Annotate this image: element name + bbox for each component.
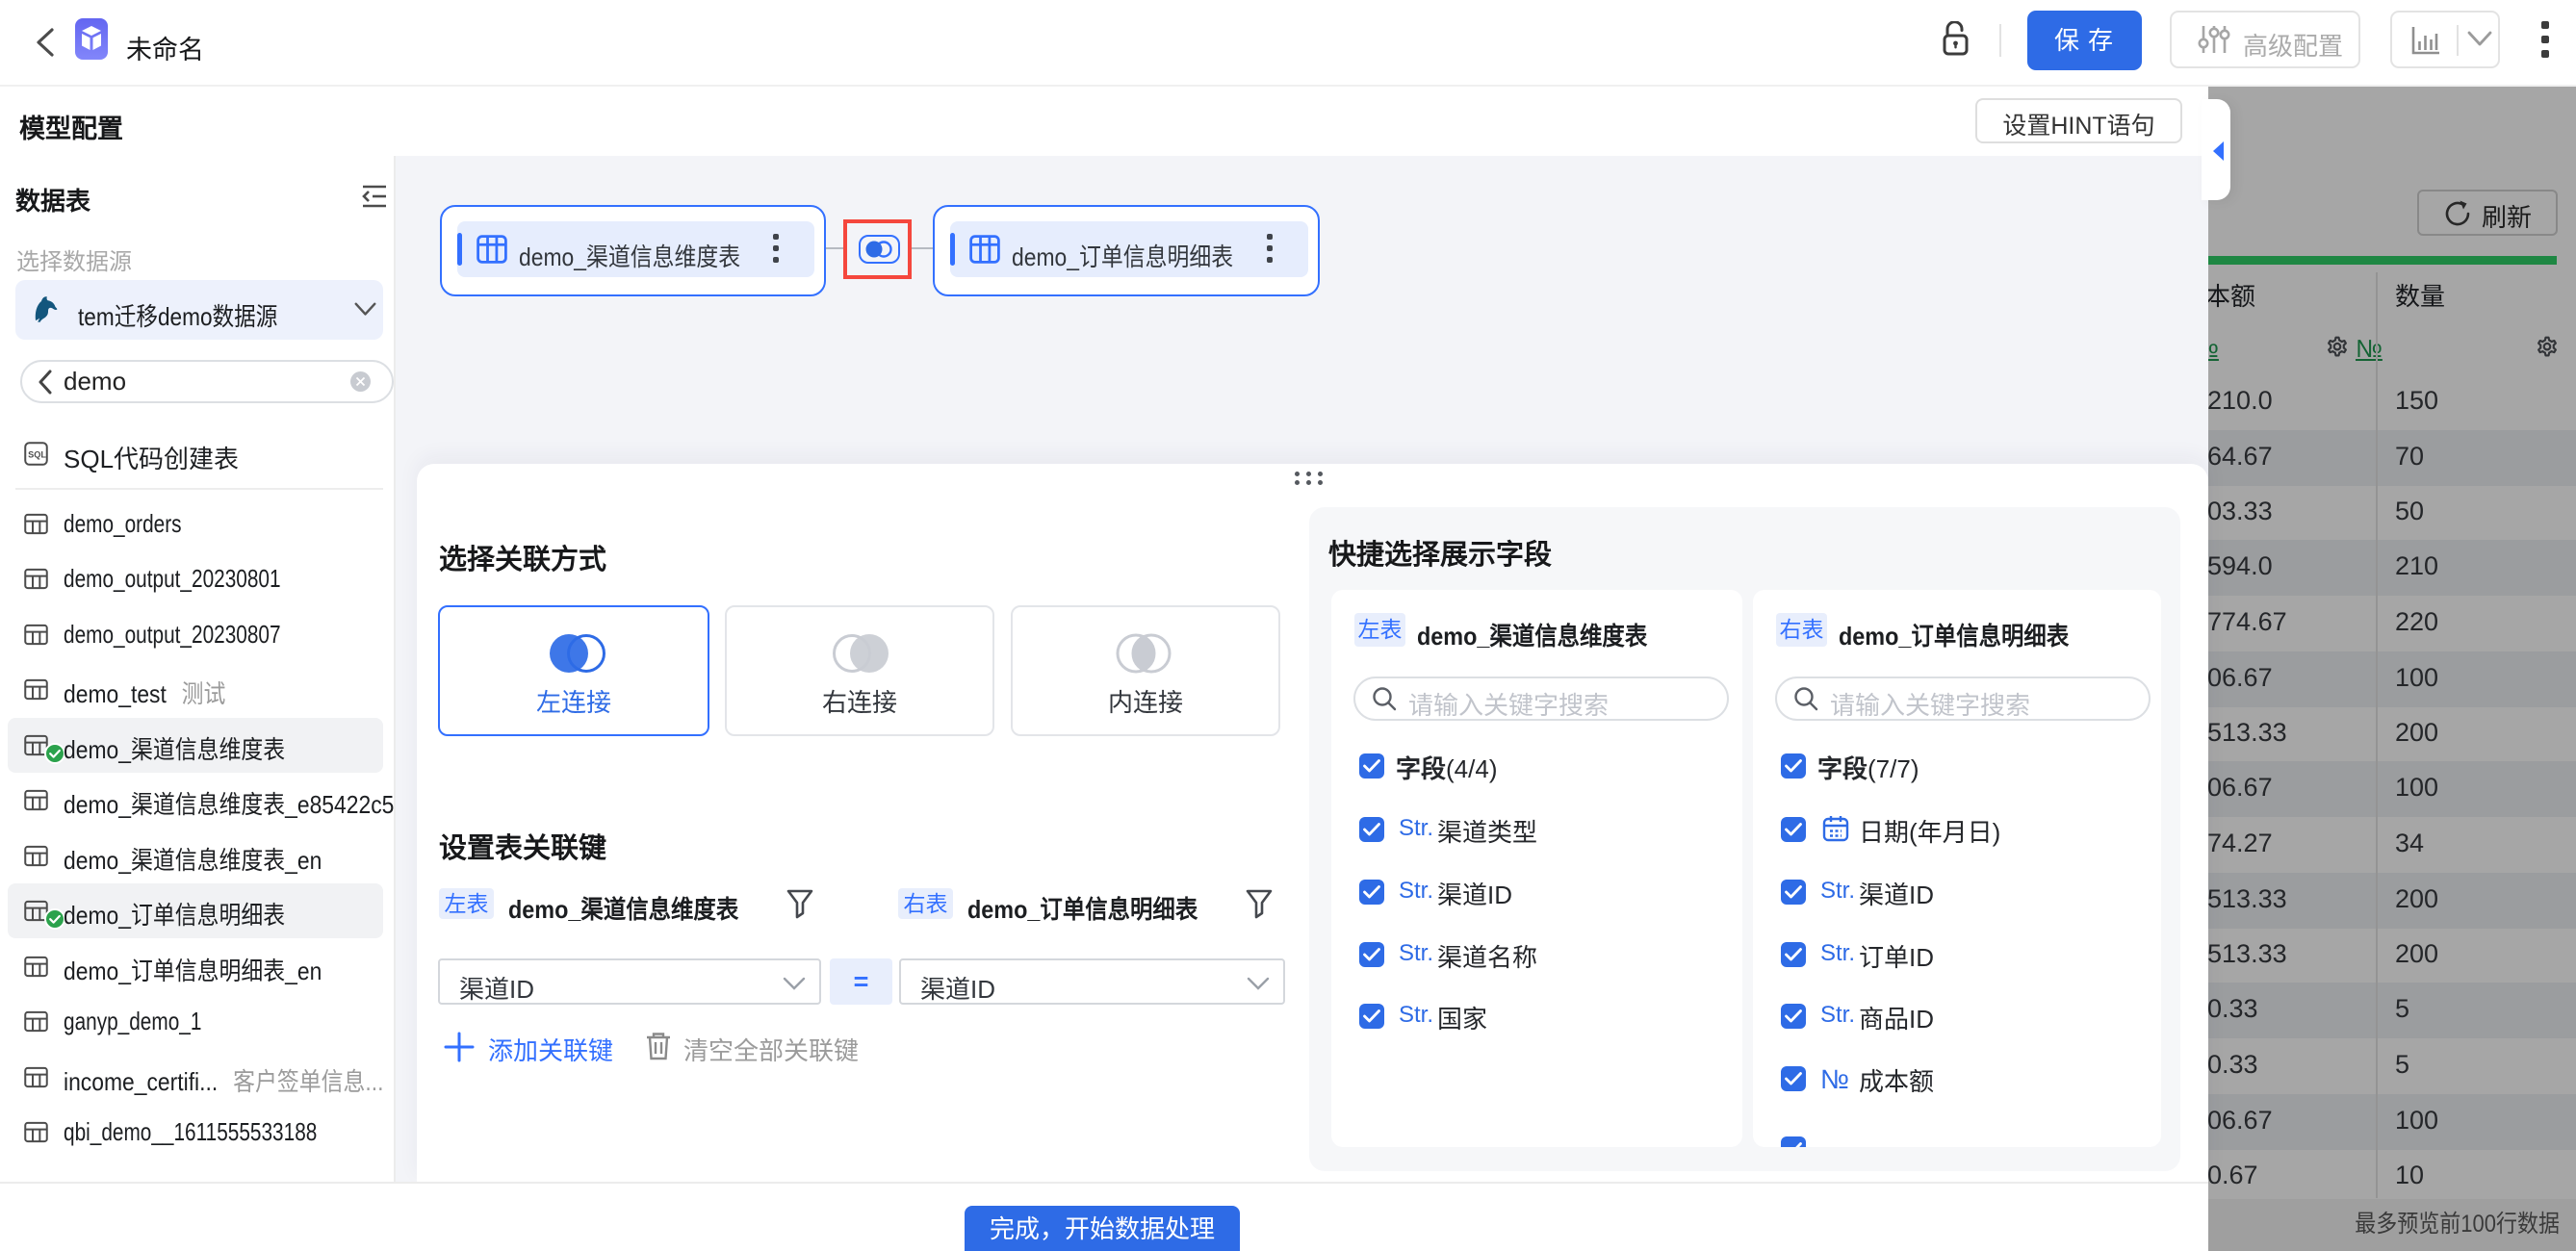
svg-text:SQL: SQL bbox=[28, 450, 46, 460]
